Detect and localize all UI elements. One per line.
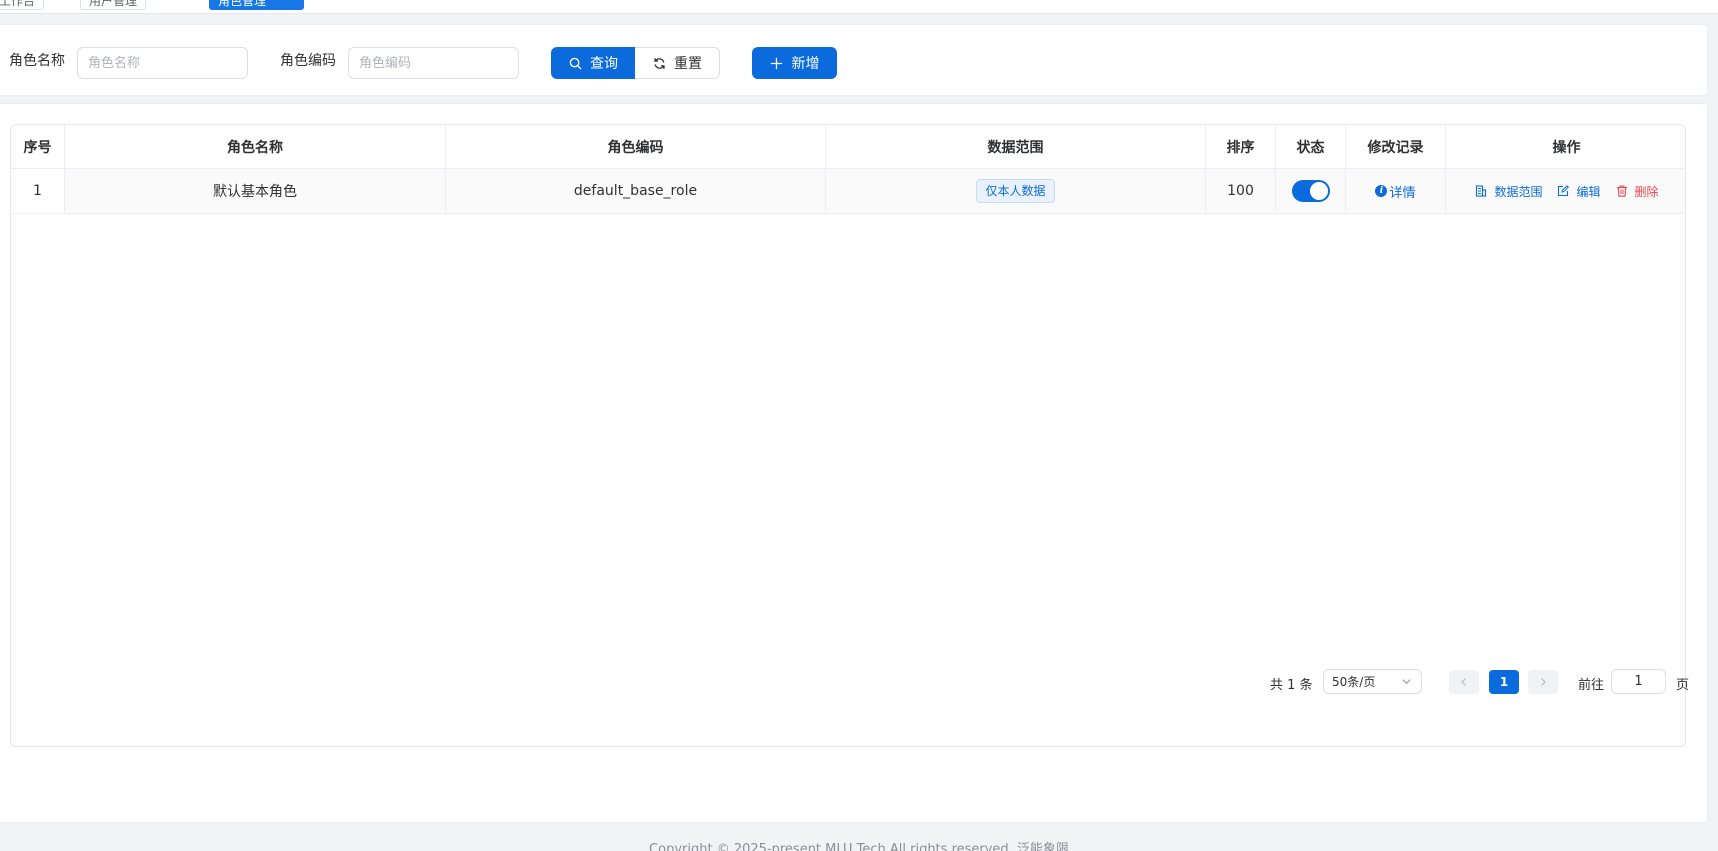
row-index: 1	[11, 169, 65, 213]
tab-workbench[interactable]: 工作台	[0, 0, 45, 10]
page-suffix: 页	[1676, 677, 1690, 693]
chevron-left-icon	[1457, 675, 1471, 689]
table-row: 1 默认基本角色 default_base_role 仅本人数据 100 i 详…	[11, 169, 1685, 214]
add-role-button[interactable]: 新增	[752, 47, 837, 79]
data-scope-button[interactable]: 数据范围	[1474, 183, 1542, 200]
page-size-value: 50条/页	[1332, 675, 1376, 689]
role-code-label: 角色编码	[280, 53, 336, 69]
reset-button-label: 重置	[674, 56, 702, 72]
role-name-input[interactable]	[77, 47, 248, 79]
goto-label: 前往	[1578, 677, 1605, 693]
role-code-input[interactable]	[348, 47, 519, 79]
page-number-current[interactable]: 1	[1489, 670, 1519, 694]
chevron-right-icon	[1536, 675, 1550, 689]
reset-button[interactable]: 重置	[635, 47, 720, 79]
change-log-detail-link[interactable]: i 详情	[1375, 182, 1416, 201]
goto-page-input[interactable]	[1611, 669, 1666, 694]
row-status	[1276, 169, 1346, 213]
delete-button-label: 删除	[1634, 184, 1659, 199]
prev-page-button[interactable]	[1449, 670, 1479, 694]
search-icon	[568, 56, 582, 70]
role-name-label: 角色名称	[9, 53, 65, 69]
header-role-code: 角色编码	[446, 125, 826, 168]
building-icon	[1474, 184, 1488, 198]
data-scope-tag: 仅本人数据	[976, 179, 1055, 203]
plus-icon	[770, 56, 784, 70]
tab-user-management[interactable]: 用户管理	[80, 0, 147, 10]
role-table: 序号 角色名称 角色编码 数据范围 排序 状态 修改记录 操作 1 默认基本角色…	[10, 124, 1686, 747]
chevron-down-icon	[1399, 675, 1413, 689]
header-sort: 排序	[1206, 125, 1276, 168]
edit-button-label: 编辑	[1576, 184, 1601, 199]
tab-bar: 工作台 用户管理 角色管理	[0, 0, 1718, 14]
header-index: 序号	[11, 125, 65, 168]
page-size-select[interactable]: 50条/页	[1323, 669, 1422, 694]
change-log-detail-label: 详情	[1389, 185, 1416, 201]
status-toggle-knob	[1309, 182, 1328, 200]
footer-copyright: Copyright © 2025-present MLU Tech All ri…	[649, 842, 1069, 851]
refresh-icon	[652, 56, 666, 70]
query-button-label: 查询	[590, 56, 618, 72]
delete-button[interactable]: 删除	[1615, 183, 1659, 200]
trash-icon	[1615, 184, 1629, 198]
edit-icon	[1556, 184, 1570, 198]
tab-role-management[interactable]: 角色管理	[209, 0, 304, 10]
edit-button[interactable]: 编辑	[1556, 183, 1601, 200]
header-status: 状态	[1276, 125, 1346, 168]
header-data-scope: 数据范围	[826, 125, 1206, 168]
row-sort: 100	[1206, 169, 1276, 213]
query-button[interactable]: 查询	[551, 47, 635, 79]
row-actions: 数据范围 编辑 删除	[1446, 169, 1685, 213]
pagination-total: 共 1 条	[1270, 677, 1313, 693]
search-form: 角色名称 角色编码 查询 重置 新增	[0, 24, 1708, 96]
role-table-card: 序号 角色名称 角色编码 数据范围 排序 状态 修改记录 操作 1 默认基本角色…	[0, 103, 1708, 823]
row-data-scope: 仅本人数据	[826, 169, 1206, 213]
info-icon: i	[1375, 185, 1388, 197]
add-role-button-label: 新增	[791, 56, 820, 72]
row-role-code: default_base_role	[446, 169, 826, 213]
data-scope-button-label: 数据范围	[1494, 184, 1543, 199]
status-toggle[interactable]	[1291, 180, 1330, 202]
next-page-button[interactable]	[1528, 670, 1558, 694]
header-actions: 操作	[1552, 139, 1581, 156]
header-role-name: 角色名称	[65, 125, 446, 168]
row-change-log: i 详情	[1346, 169, 1446, 213]
row-role-name: 默认基本角色	[65, 169, 446, 213]
table-header: 序号 角色名称 角色编码 数据范围 排序 状态 修改记录 操作	[11, 125, 1685, 169]
header-change-log: 修改记录	[1346, 125, 1446, 168]
